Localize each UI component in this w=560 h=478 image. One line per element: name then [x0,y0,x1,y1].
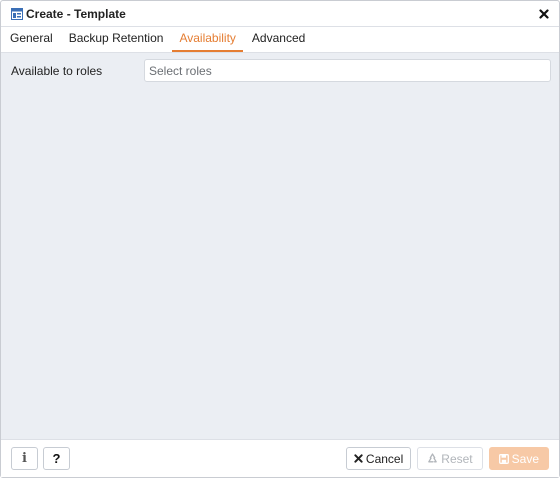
tab-advanced[interactable]: Advanced [245,31,312,52]
help-button[interactable]: ? [43,447,70,470]
dialog-titlebar: Create - Template [1,1,559,27]
save-button[interactable]: Save [488,447,549,470]
tab-backup-retention[interactable]: Backup Retention [62,31,171,52]
reset-label: Reset [441,451,473,466]
reset-button[interactable]: Reset [417,447,483,470]
info-icon: i [22,451,27,466]
roles-label: Available to roles [11,63,103,78]
floppy-disk-icon [498,453,509,464]
close-icon [354,454,363,463]
close-icon[interactable] [537,7,551,21]
tab-availability[interactable]: Availability [172,31,243,52]
dialog-footer: i ? Cancel Reset Save [1,439,559,477]
roles-select[interactable]: Select roles [144,59,551,82]
create-template-dialog: Create - Template General Backup Retenti… [0,0,560,478]
help-icon: ? [52,451,61,466]
dialog-title: Create - Template [26,6,126,21]
cancel-label: Cancel [365,451,404,466]
cancel-button[interactable]: Cancel [345,447,412,470]
roles-select-placeholder: Select roles [149,63,212,78]
tab-content-availability: Available to roles Select roles [1,53,559,440]
tab-general[interactable]: General [3,31,60,52]
template-icon [11,7,23,20]
roles-form-row: Available to roles Select roles [1,53,559,82]
dialog-tabs: General Backup Retention Availability Ad… [1,27,559,53]
recycle-icon [427,453,438,464]
info-button[interactable]: i [11,447,38,470]
save-label: Save [511,451,539,466]
